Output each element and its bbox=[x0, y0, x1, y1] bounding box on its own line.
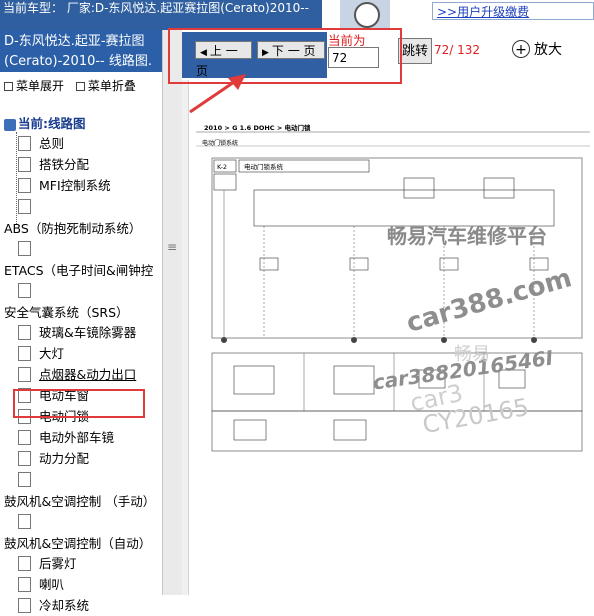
sidebar-category[interactable]: 安全气囊系统（SRS） bbox=[4, 303, 129, 323]
category-header: D-东风悦达.起亚-赛拉图(Cerato)-2010-- 线路图. bbox=[0, 30, 162, 72]
expand-menu-button[interactable]: 菜单展开 bbox=[4, 79, 64, 93]
sidebar: D-东风悦达.起亚-赛拉图(Cerato)-2010-- 线路图. 菜单展开 菜… bbox=[0, 30, 183, 613]
page-count: 72/ 132 bbox=[434, 43, 481, 57]
sidebar-item-label: 冷却系统 bbox=[39, 598, 90, 613]
sidebar-item-label: 动力分配 bbox=[39, 451, 90, 466]
sidebar-item[interactable]: 喇叭 bbox=[18, 575, 64, 595]
splitter-grip-icon: ≡ bbox=[166, 240, 178, 254]
sidebar-item-label: 搭铁分配 bbox=[39, 157, 90, 172]
sidebar-category[interactable]: ETACS（电子时间&闸钟控 bbox=[4, 261, 153, 281]
document-icon bbox=[18, 598, 31, 613]
zoom-in-label: 放大 bbox=[534, 42, 562, 58]
document-icon bbox=[18, 199, 31, 214]
sidebar-item[interactable] bbox=[18, 512, 39, 532]
sidebar-splitter[interactable]: ≡ bbox=[162, 30, 183, 595]
sidebar-item-label: 大灯 bbox=[39, 346, 65, 361]
sidebar-item[interactable]: 动力分配 bbox=[18, 449, 89, 469]
zoom-plus-icon: + bbox=[512, 40, 530, 58]
document-icon bbox=[18, 136, 31, 151]
sidebar-item-label: 喇叭 bbox=[39, 577, 65, 592]
watermark-platform: 畅易汽车维修平台 bbox=[387, 224, 547, 248]
sidebar-category[interactable]: 鼓风机&空调控制（自动） bbox=[4, 534, 151, 554]
module-code: K-2 bbox=[217, 163, 227, 171]
document-icon bbox=[18, 451, 31, 466]
sidebar-item-label: 总则 bbox=[39, 136, 65, 151]
document-icon bbox=[18, 577, 31, 592]
document-icon bbox=[18, 346, 31, 361]
sidebar-item[interactable]: 总则 bbox=[18, 134, 64, 154]
collapse-menu-label: 菜单折叠 bbox=[87, 79, 136, 93]
book-icon bbox=[4, 118, 16, 131]
collapse-menu-button[interactable]: 菜单折叠 bbox=[75, 79, 136, 93]
sidebar-item-label: MFI控制系统 bbox=[39, 178, 111, 193]
car-model-title: 当前车型： 厂家:D-东风悦达.起亚赛拉图(Cerato)2010-- bbox=[0, 0, 322, 30]
sidebar-item[interactable] bbox=[18, 197, 39, 217]
sidebar-item[interactable]: 点烟器&动力出口 bbox=[18, 365, 136, 385]
sidebar-item[interactable]: 搭铁分配 bbox=[18, 155, 89, 175]
document-icon bbox=[18, 283, 31, 298]
wiring-diagram: K-2 电动门锁系统 bbox=[196, 131, 590, 452]
document-canvas: 2010 > G 1.6 DOHC > 电动门锁 电动门锁系统 K-2 电动门锁… bbox=[182, 80, 594, 595]
document-icon bbox=[18, 325, 31, 340]
sidebar-item[interactable] bbox=[18, 281, 39, 301]
sidebar-category[interactable]: ABS（防抱死制动系统） bbox=[4, 219, 141, 239]
sidebar-item[interactable]: 大灯 bbox=[18, 344, 64, 364]
document-icon bbox=[18, 472, 31, 487]
sidebar-item[interactable]: 冷却系统 bbox=[18, 596, 89, 616]
document-icon bbox=[18, 157, 31, 172]
canvas-gutter bbox=[182, 80, 189, 595]
diagram-title: 电动门锁系统 bbox=[244, 162, 284, 171]
sidebar-item-label: 点烟器&动力出口 bbox=[39, 367, 137, 382]
wiring-diagram-page: 2010 > G 1.6 DOHC > 电动门锁 电动门锁系统 K-2 电动门锁… bbox=[194, 108, 592, 538]
sidebar-current: 当前:线路图 bbox=[4, 114, 86, 134]
expand-menu-label: 菜单展开 bbox=[16, 79, 65, 93]
sidebar-item-label: 电动外部车镜 bbox=[39, 430, 115, 445]
sidebar-category-label: ETACS（电子时间&闸钟控 bbox=[4, 263, 154, 278]
menu-controls: 菜单展开 菜单折叠 bbox=[4, 77, 136, 94]
sidebar-item[interactable]: 电动外部车镜 bbox=[18, 428, 114, 448]
sidebar-item[interactable]: 后雾灯 bbox=[18, 554, 77, 574]
document-icon bbox=[18, 241, 31, 256]
document-viewer: ◀上 一 页 ▶下 一 页 当前为 跳转 72/ 132 + 放大 2010 >… bbox=[182, 30, 594, 595]
sidebar-category-label: ABS（防抱死制动系统） bbox=[4, 221, 142, 236]
sidebar-category-label: 安全气囊系统（SRS） bbox=[4, 305, 129, 320]
category-header-text: D-东风悦达.起亚-赛拉图(Cerato)-2010-- 线路图. bbox=[4, 34, 153, 69]
sidebar-category[interactable]: 鼓风机&空调控制 （手动） bbox=[4, 492, 155, 512]
sidebar-item-label: 玻璃&车镜除雾器 bbox=[39, 325, 137, 340]
mascot-logo bbox=[340, 0, 390, 30]
watermark-faint-cn: 畅易 bbox=[454, 344, 490, 365]
sidebar-item[interactable] bbox=[18, 239, 39, 259]
sidebar-item-label: 后雾灯 bbox=[39, 556, 77, 571]
sidebar-current-label: 当前:线路图 bbox=[18, 116, 86, 131]
highlight-box-item bbox=[13, 389, 145, 418]
sidebar-item[interactable]: MFI控制系统 bbox=[18, 176, 111, 196]
jump-button[interactable]: 跳转 bbox=[398, 38, 432, 64]
highlight-box-nav bbox=[168, 28, 402, 84]
sidebar-item[interactable] bbox=[18, 470, 39, 490]
document-icon bbox=[18, 556, 31, 571]
sidebar-category-label: 鼓风机&空调控制 （手动） bbox=[4, 494, 156, 509]
document-icon bbox=[18, 514, 31, 529]
document-icon bbox=[18, 430, 31, 445]
sidebar-item[interactable]: 玻璃&车镜除雾器 bbox=[18, 323, 136, 343]
document-icon bbox=[18, 367, 31, 382]
upgrade-link[interactable]: >>用户升级缴费 bbox=[432, 2, 594, 20]
document-icon bbox=[18, 178, 31, 193]
sidebar-category-label: 鼓风机&空调控制（自动） bbox=[4, 536, 152, 551]
